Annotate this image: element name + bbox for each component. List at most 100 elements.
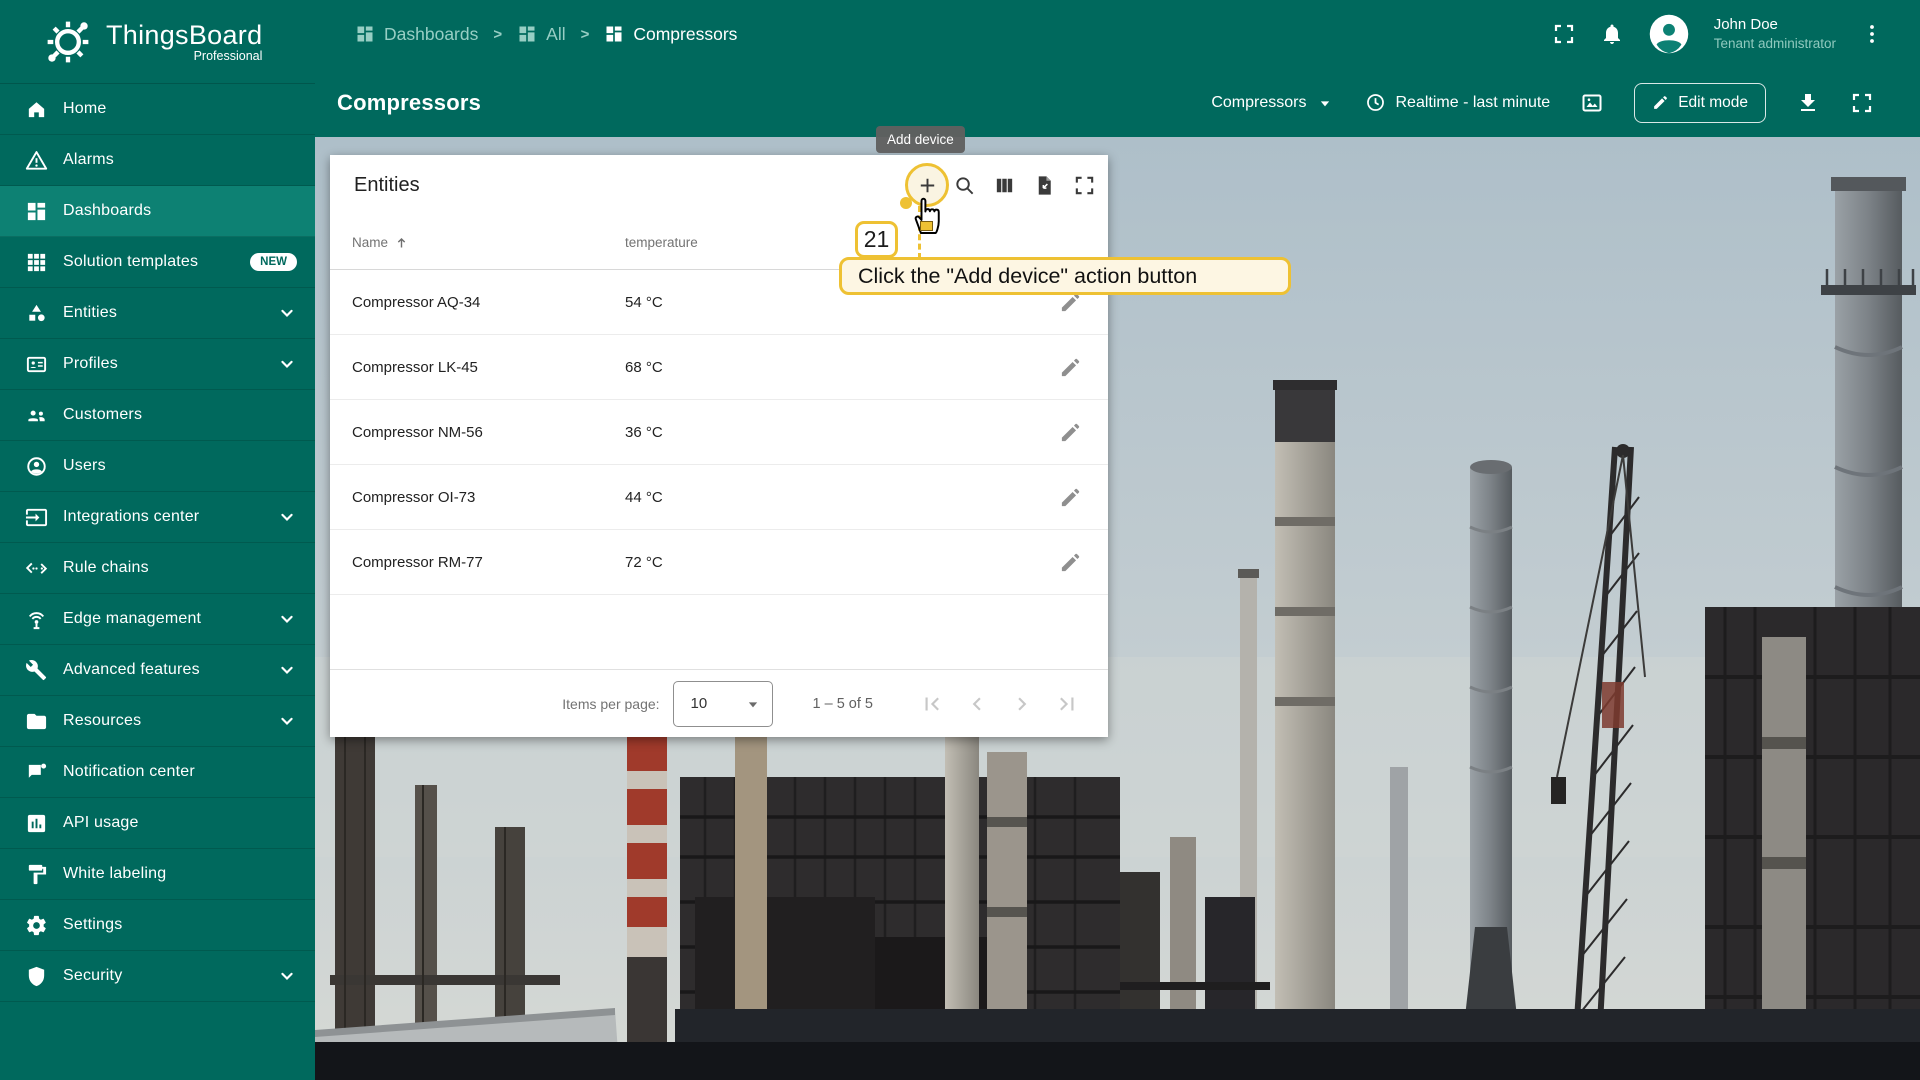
- sidebar-item-home[interactable]: Home: [0, 84, 315, 135]
- dashboard-icon: [355, 24, 375, 44]
- step-number-badge: 21: [855, 221, 898, 258]
- chevron-down-icon: [277, 354, 297, 374]
- integrations-icon: [25, 506, 48, 529]
- widget-title: Entities: [354, 173, 420, 196]
- instruction-callout: Click the "Add device" action button: [839, 257, 1291, 295]
- profiles-icon: [25, 353, 48, 376]
- fullscreen-widget-button[interactable]: [1064, 165, 1104, 205]
- search-button[interactable]: [944, 165, 984, 205]
- sidebar-item-label: Security: [63, 967, 123, 984]
- sidebar-item-dashboards[interactable]: Dashboards: [0, 186, 315, 237]
- sidebar-item-label: Edge management: [63, 610, 202, 627]
- dashboard-image-icon[interactable]: [1580, 91, 1604, 115]
- cell-temperature: 54 °C: [625, 293, 663, 311]
- sidebar-item-profiles[interactable]: Profiles: [0, 339, 315, 390]
- table-row-compressor-rm-77[interactable]: Compressor RM-77 72 °C: [330, 530, 1108, 595]
- sidebar-item-label: Notification center: [63, 763, 195, 780]
- pagination-range: 1 – 5 of 5: [812, 695, 873, 712]
- table-row-compressor-lk-45[interactable]: Compressor LK-45 68 °C: [330, 335, 1108, 400]
- breadcrumb-separator: >: [493, 25, 503, 43]
- sidebar-item-security[interactable]: Security: [0, 951, 315, 1002]
- cell-temperature: 72 °C: [625, 553, 663, 571]
- sidebar-item-settings[interactable]: Settings: [0, 900, 315, 951]
- sidebar-item-integrations-center[interactable]: Integrations center: [0, 492, 315, 543]
- sidebar-item-rule-chains[interactable]: Rule chains: [0, 543, 315, 594]
- breadcrumb: Dashboards > All > Compressors: [355, 24, 737, 45]
- columns-icon: [993, 174, 1016, 197]
- sidebar-item-white-labeling[interactable]: White labeling: [0, 849, 315, 900]
- white-label-icon: [25, 863, 48, 886]
- pencil-icon[interactable]: [1059, 486, 1082, 509]
- sidebar-item-advanced-features[interactable]: Advanced features: [0, 645, 315, 696]
- entities-widget: Entities Name temperature Compressor AQ-…: [330, 155, 1108, 737]
- sidebar-item-users[interactable]: Users: [0, 441, 315, 492]
- table-row-compressor-nm-56[interactable]: Compressor NM-56 36 °C: [330, 400, 1108, 465]
- sidebar-item-resources[interactable]: Resources: [0, 696, 315, 747]
- breadcrumb-separator: >: [580, 25, 590, 43]
- sidebar-item-customers[interactable]: Customers: [0, 390, 315, 441]
- toolbar-fullscreen-icon[interactable]: [1850, 91, 1874, 115]
- sidebar-item-entities[interactable]: Entities: [0, 288, 315, 339]
- breadcrumb-label: Compressors: [633, 23, 738, 44]
- kebab-menu-icon[interactable]: [1860, 22, 1884, 46]
- breadcrumb-item-all[interactable]: All: [517, 24, 566, 45]
- notifications-bell-icon[interactable]: [1600, 22, 1624, 46]
- items-per-page-value: 10: [690, 695, 708, 712]
- fullscreen-icon[interactable]: [1552, 22, 1576, 46]
- cell-name: Compressor NM-56: [352, 423, 483, 441]
- first-page-icon[interactable]: [919, 691, 945, 717]
- previous-page-icon[interactable]: [964, 691, 990, 717]
- rule-chains-icon: [25, 557, 48, 580]
- sidebar-item-label: Settings: [63, 916, 123, 933]
- table-row-compressor-oi-73[interactable]: Compressor OI-73 44 °C: [330, 465, 1108, 530]
- sidebar-item-api-usage[interactable]: API usage: [0, 798, 315, 849]
- pencil-icon[interactable]: [1059, 551, 1082, 574]
- column-header-temperature[interactable]: temperature: [625, 235, 698, 250]
- last-page-icon[interactable]: [1054, 691, 1080, 717]
- export-button[interactable]: [1024, 165, 1064, 205]
- sidebar-item-label: Advanced features: [63, 661, 200, 678]
- dashboard-toolbar-actions: Compressors Realtime - last minute Edit …: [1211, 82, 1874, 123]
- annotation-drag-handle: [920, 221, 933, 231]
- folder-icon: [25, 710, 48, 733]
- search-icon: [953, 174, 976, 197]
- shield-icon: [25, 965, 48, 988]
- columns-button[interactable]: [984, 165, 1024, 205]
- sidebar-item-alarms[interactable]: Alarms: [0, 135, 315, 186]
- sidebar-item-notification-center[interactable]: Notification center: [0, 747, 315, 798]
- notification-icon: [25, 761, 48, 784]
- download-icon[interactable]: [1796, 91, 1820, 115]
- sidebar-item-edge-management[interactable]: Edge management: [0, 594, 315, 645]
- breadcrumb-item-dashboards[interactable]: Dashboards: [355, 24, 478, 45]
- cell-name: Compressor LK-45: [352, 358, 478, 376]
- chevron-down-icon: [277, 711, 297, 731]
- cell-name: Compressor RM-77: [352, 553, 483, 571]
- sidebar-item-label: Dashboards: [63, 202, 152, 219]
- avatar[interactable]: [1648, 13, 1690, 55]
- items-per-page-select[interactable]: 10: [672, 680, 773, 727]
- column-header-name[interactable]: Name: [352, 234, 625, 251]
- user-info[interactable]: John Doe Tenant administrator: [1714, 15, 1836, 52]
- sidebar-item-label: Entities: [63, 304, 118, 321]
- api-usage-icon: [25, 812, 48, 835]
- edit-mode-button[interactable]: Edit mode: [1634, 82, 1766, 123]
- topbar: Dashboards > All > Compressors John Doe Tena…: [315, 0, 1920, 68]
- customers-icon: [25, 404, 48, 427]
- dashboard-state-select[interactable]: Compressors: [1211, 93, 1335, 113]
- items-per-page-label: Items per page:: [562, 695, 660, 712]
- timewindow-button[interactable]: Realtime - last minute: [1365, 92, 1550, 113]
- new-badge: NEW: [250, 253, 297, 271]
- sidebar-item-label: White labeling: [63, 865, 167, 882]
- sidebar-item-solution-templates[interactable]: Solution templates NEW: [0, 237, 315, 288]
- chevron-down-icon: [1315, 93, 1335, 113]
- next-page-icon[interactable]: [1009, 691, 1035, 717]
- dashboards-icon: [25, 200, 48, 223]
- thingsboard-app: ThingsBoard Professional Home Alarms Dashb…: [0, 0, 1920, 1080]
- sidebar-item-label: Alarms: [63, 151, 114, 168]
- pencil-icon[interactable]: [1059, 421, 1082, 444]
- pencil-icon[interactable]: [1059, 356, 1082, 379]
- fullscreen-icon: [1073, 174, 1096, 197]
- breadcrumb-item-compressors[interactable]: Compressors: [604, 24, 737, 45]
- pencil-icon: [1652, 94, 1669, 111]
- brand-logo[interactable]: ThingsBoard Professional: [0, 0, 315, 84]
